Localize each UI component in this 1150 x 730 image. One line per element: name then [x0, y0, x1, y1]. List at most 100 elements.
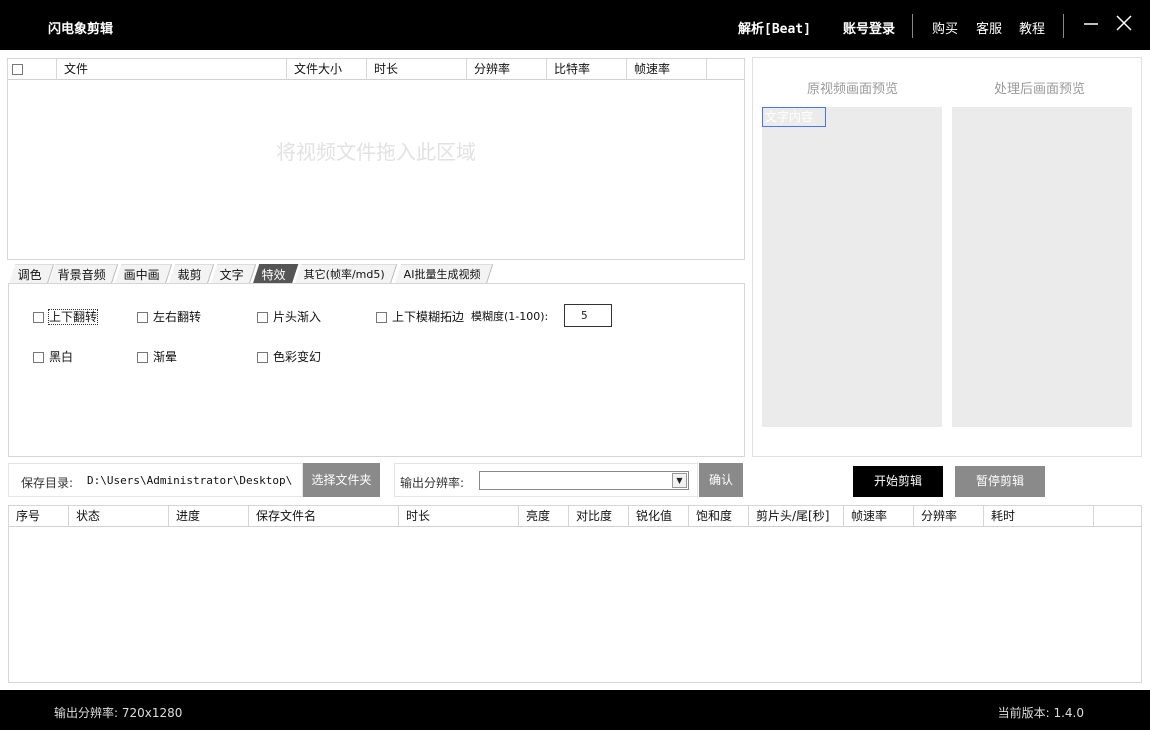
minimize-icon	[1084, 23, 1098, 25]
tab-label: 画中画	[123, 268, 160, 282]
preview-panel: 原视频画面预览 处理后画面预览 文字内容	[752, 57, 1142, 457]
title-bar: 闪电象剪辑 解析[Beat] 账号登录 购买 客服 教程	[0, 0, 1150, 50]
output-resolution-status: 输出分辨率: 720x1280	[54, 706, 183, 720]
column-elapsed[interactable]: 耗时	[984, 506, 1094, 527]
fade-in-option[interactable]: 片头渐入	[257, 308, 321, 325]
drop-zone-hint: 将视频文件拖入此区域	[276, 140, 476, 164]
save-directory-row: 保存目录: D:\Users\Administrator\Desktop\	[8, 463, 303, 497]
file-list[interactable]: 文件 文件大小 时长 分辨率 比特率 帧速率 将视频文件拖入此区域	[7, 58, 745, 260]
column-resolution[interactable]: 分辨率	[467, 59, 547, 80]
tab-color[interactable]: 调色	[8, 264, 55, 284]
output-resolution-row: 输出分辨率: ▼	[394, 463, 698, 497]
color-shift-checkbox[interactable]	[257, 352, 268, 363]
tab-label: 裁剪	[177, 268, 202, 282]
task-list[interactable]: 序号 状态 进度 保存文件名 时长 亮度 对比度 锐化值 饱和度 剪片头/尾[秒…	[8, 505, 1142, 683]
text-overlay-box[interactable]: 文字内容	[762, 107, 826, 127]
column-framerate[interactable]: 帧速率	[844, 506, 914, 527]
blur-level-label: 模糊度(1-100):	[471, 310, 549, 323]
tab-other[interactable]: 其它(帧率/md5)	[294, 264, 398, 284]
column-duration[interactable]: 时长	[367, 59, 467, 80]
start-edit-button[interactable]: 开始剪辑	[853, 466, 943, 497]
tab-label: AI批量生成视频	[403, 268, 481, 281]
column-progress[interactable]: 进度	[169, 506, 249, 527]
blur-edges-option[interactable]: 上下模糊拓边	[376, 308, 464, 325]
tab-background-audio[interactable]: 背景音频	[48, 264, 119, 284]
status-bar: 输出分辨率: 720x1280 当前版本: 1.4.0	[0, 690, 1150, 730]
column-brightness[interactable]: 亮度	[519, 506, 569, 527]
tab-effects[interactable]: 特效	[252, 264, 299, 284]
fade-in-label: 片头渐入	[273, 310, 322, 324]
output-resolution-select[interactable]: ▼	[479, 471, 689, 490]
column-saturation[interactable]: 饱和度	[689, 506, 749, 527]
pause-edit-button[interactable]: 暂停剪辑	[955, 466, 1045, 497]
flip-horizontal-label: 左右翻转	[153, 310, 202, 324]
blur-edges-label: 上下模糊拓边	[392, 310, 465, 324]
column-framerate[interactable]: 帧速率	[627, 59, 707, 80]
app-title: 闪电象剪辑	[48, 22, 114, 37]
minimize-button[interactable]	[1078, 10, 1104, 36]
effects-panel: 上下翻转 左右翻转 片头渐入 上下模糊拓边 模糊度(1-100): 5 黑白 渐…	[8, 283, 745, 457]
vignette-checkbox[interactable]	[137, 352, 148, 363]
tab-ai-batch[interactable]: AI批量生成视频	[394, 264, 494, 284]
main-area: 文件 文件大小 时长 分辨率 比特率 帧速率 将视频文件拖入此区域 调色 背景音…	[0, 50, 1150, 690]
tab-crop[interactable]: 裁剪	[168, 264, 215, 284]
color-shift-option[interactable]: 色彩变幻	[257, 348, 321, 365]
settings-tabs: 调色 背景音频 画中画 裁剪 文字 特效 其它(帧率/md5) AI批量生成视频	[8, 264, 744, 284]
original-preview-title: 原视频画面预览	[807, 82, 899, 97]
vignette-label: 渐晕	[153, 350, 178, 364]
buy-button[interactable]: 购买	[932, 18, 958, 37]
account-login-button[interactable]: 账号登录	[843, 18, 895, 37]
flip-vertical-option[interactable]: 上下翻转	[33, 308, 99, 325]
output-resolution-label: 输出分辨率:	[400, 476, 465, 490]
tutorial-button[interactable]: 教程	[1019, 18, 1045, 37]
title-separator	[912, 14, 913, 38]
black-white-label: 黑白	[49, 350, 74, 364]
column-duration[interactable]: 时长	[399, 506, 519, 527]
close-button[interactable]	[1111, 10, 1137, 36]
column-index[interactable]: 序号	[9, 506, 69, 527]
processed-preview-title: 处理后画面预览	[994, 82, 1086, 97]
flip-vertical-checkbox[interactable]	[33, 312, 44, 323]
save-directory-path[interactable]: D:\Users\Administrator\Desktop\	[87, 474, 292, 487]
save-directory-label: 保存目录:	[21, 476, 74, 490]
select-all-column[interactable]	[8, 59, 57, 80]
blur-level-input[interactable]: 5	[564, 304, 612, 327]
choose-folder-button[interactable]: 选择文件夹	[303, 463, 380, 497]
tab-label: 其它(帧率/md5)	[303, 268, 385, 281]
flip-horizontal-option[interactable]: 左右翻转	[137, 308, 201, 325]
flip-horizontal-checkbox[interactable]	[137, 312, 148, 323]
column-trim[interactable]: 剪片头/尾[秒]	[749, 506, 844, 527]
parse-beat-button[interactable]: 解析[Beat]	[738, 18, 811, 37]
column-save-filename[interactable]: 保存文件名	[249, 506, 399, 527]
blur-edges-checkbox[interactable]	[376, 312, 387, 323]
column-status[interactable]: 状态	[69, 506, 169, 527]
column-sharpness[interactable]: 锐化值	[629, 506, 689, 527]
tab-picture-in-picture[interactable]: 画中画	[114, 264, 173, 284]
select-all-checkbox[interactable]	[12, 64, 23, 75]
tab-label: 背景音频	[57, 268, 106, 282]
black-white-checkbox[interactable]	[33, 352, 44, 363]
title-separator	[1063, 14, 1064, 38]
close-icon	[1116, 15, 1132, 31]
black-white-option[interactable]: 黑白	[33, 348, 73, 365]
vignette-option[interactable]: 渐晕	[137, 348, 177, 365]
original-preview-canvas[interactable]: 文字内容	[762, 107, 942, 427]
tab-label: 调色	[17, 268, 42, 282]
column-contrast[interactable]: 对比度	[569, 506, 629, 527]
tab-text[interactable]: 文字	[210, 264, 257, 284]
confirm-button[interactable]: 确认	[699, 463, 743, 497]
color-shift-label: 色彩变幻	[273, 350, 322, 364]
tab-label: 特效	[261, 268, 286, 282]
task-list-header: 序号 状态 进度 保存文件名 时长 亮度 对比度 锐化值 饱和度 剪片头/尾[秒…	[9, 506, 1141, 527]
customer-service-button[interactable]: 客服	[976, 18, 1002, 37]
chevron-down-icon[interactable]: ▼	[672, 473, 687, 488]
tab-label: 文字	[219, 268, 244, 282]
fade-in-checkbox[interactable]	[257, 312, 268, 323]
column-file[interactable]: 文件	[57, 59, 287, 80]
column-resolution[interactable]: 分辨率	[914, 506, 984, 527]
processed-preview-canvas	[952, 107, 1132, 427]
column-bitrate[interactable]: 比特率	[547, 59, 627, 80]
flip-vertical-label: 上下翻转	[47, 309, 99, 325]
version-status: 当前版本: 1.4.0	[997, 706, 1084, 720]
column-file-size[interactable]: 文件大小	[287, 59, 367, 80]
